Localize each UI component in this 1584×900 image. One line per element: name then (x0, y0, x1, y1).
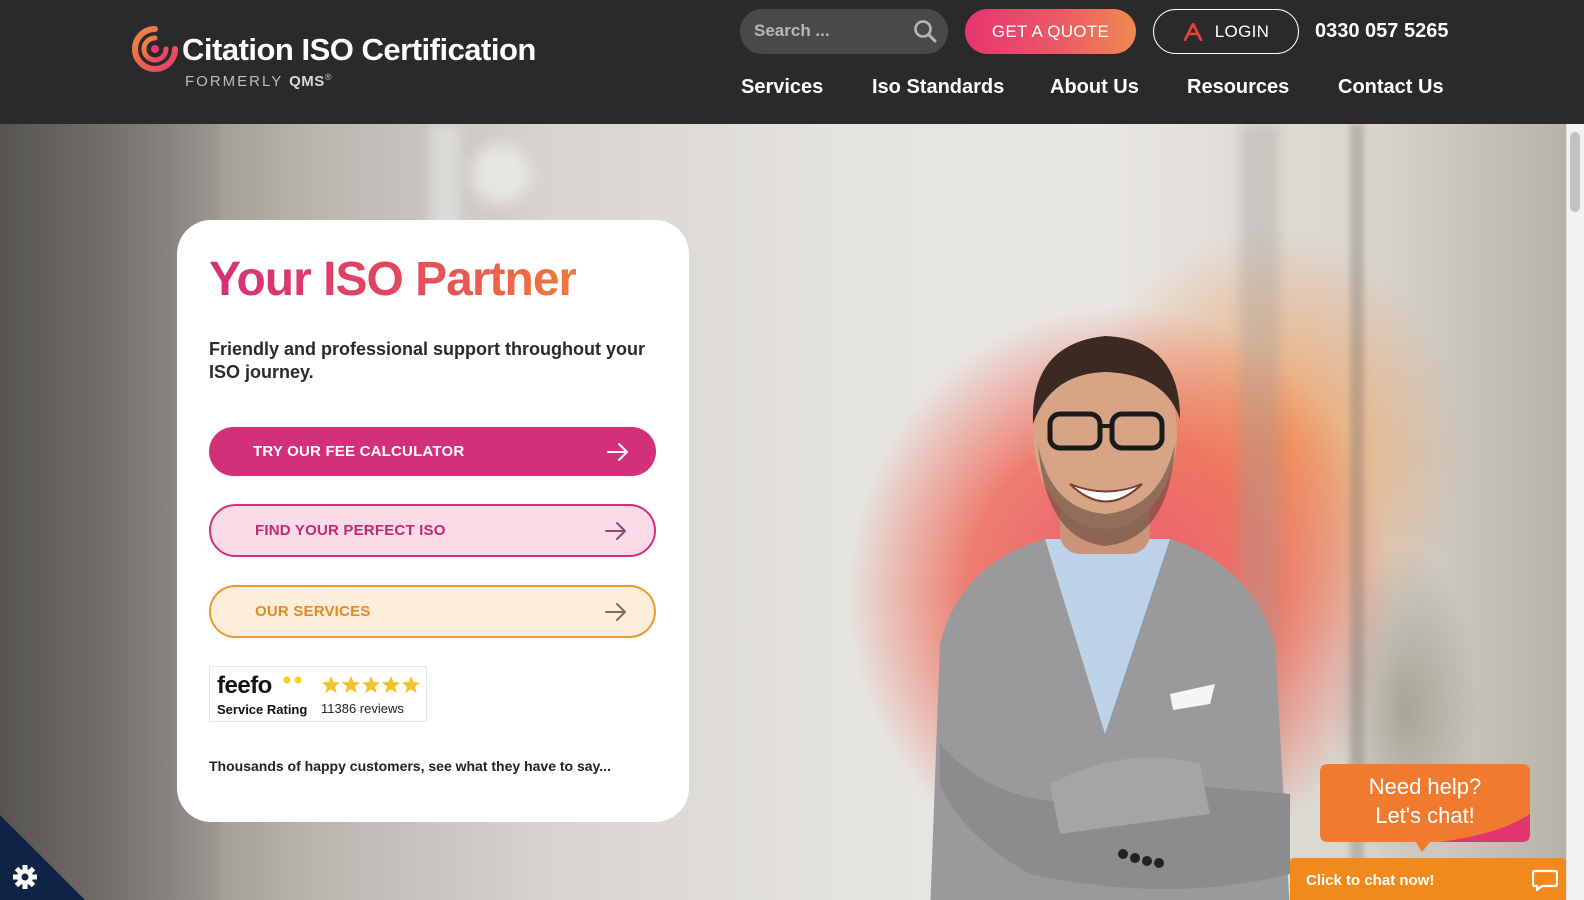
find-your-iso-label: FIND YOUR PERFECT ISO (255, 522, 446, 539)
arrow-right-icon (605, 521, 626, 540)
site-header: Citation ISO Certification FORMERLY QMS®… (0, 0, 1584, 124)
chat-bubble-line2: Let's chat! (1375, 803, 1475, 828)
page-scrollbar[interactable] (1566, 124, 1584, 900)
fee-calculator-label: TRY OUR FEE CALCULATOR (253, 443, 465, 460)
chat-icon (1532, 869, 1558, 892)
search-placeholder: Search ... (754, 21, 830, 40)
chat-bubble-line1: Need help? (1368, 774, 1482, 799)
search-input[interactable]: Search ... (740, 9, 948, 54)
hero-subtitle: Friendly and professional support throug… (209, 339, 645, 382)
feefo-service-rating-label: Service Rating (217, 702, 308, 717)
hero-title: Your ISO Partner (209, 253, 577, 306)
star-rating-icon (322, 676, 420, 693)
our-services-label: OUR SERVICES (255, 603, 371, 620)
our-services-button[interactable]: OUR SERVICES (209, 585, 656, 638)
search-icon[interactable] (912, 18, 938, 44)
fee-calculator-button[interactable]: TRY OUR FEE CALCULATOR (209, 427, 656, 476)
chat-bubble-text: Need help? Let's chat! (1320, 772, 1530, 830)
main-nav: Services Iso Standards About Us Resource… (0, 76, 1584, 106)
scrollbar-thumb[interactable] (1570, 132, 1580, 212)
background-light (470, 144, 530, 204)
chat-now-label: Click to chat now! (1306, 872, 1435, 889)
chat-now-bar[interactable]: Click to chat now! (1290, 858, 1566, 900)
feefo-rating-badge[interactable]: feefo Service Rating 11386 reviews (209, 666, 427, 722)
arrow-right-icon (605, 602, 626, 621)
cookie-settings-button[interactable] (0, 815, 85, 900)
testimonials-link[interactable]: Thousands of happy customers, see what t… (209, 758, 611, 774)
login-label: LOGIN (1214, 21, 1270, 41)
nav-item-contact-us[interactable]: Contact Us (1338, 76, 1444, 99)
arrow-right-icon (607, 442, 628, 461)
nav-item-services[interactable]: Services (741, 76, 823, 99)
feefo-logo-dots (283, 676, 302, 684)
feefo-logo: feefo (217, 672, 272, 699)
nav-item-about-us[interactable]: About Us (1050, 76, 1139, 99)
nav-item-iso-standards[interactable]: Iso Standards (872, 76, 1004, 99)
find-your-iso-button[interactable]: FIND YOUR PERFECT ISO (209, 504, 656, 557)
get-a-quote-button[interactable]: GET A QUOTE (965, 9, 1136, 54)
phone-number[interactable]: 0330 057 5265 (1315, 20, 1448, 43)
nav-item-resources[interactable]: Resources (1187, 76, 1289, 99)
feefo-review-count: 11386 reviews (321, 701, 404, 716)
brand-name: Citation ISO Certification (182, 32, 536, 67)
citation-logo-icon (132, 26, 178, 72)
settings-gear-icon (13, 865, 37, 889)
hero-person-image (930, 336, 1290, 900)
login-icon (1183, 22, 1203, 41)
hero-card: Your ISO Partner Friendly and profession… (177, 220, 689, 822)
chat-prompt-bubble[interactable]: Need help? Let's chat! (1320, 764, 1530, 852)
login-button[interactable]: LOGIN (1153, 9, 1299, 54)
